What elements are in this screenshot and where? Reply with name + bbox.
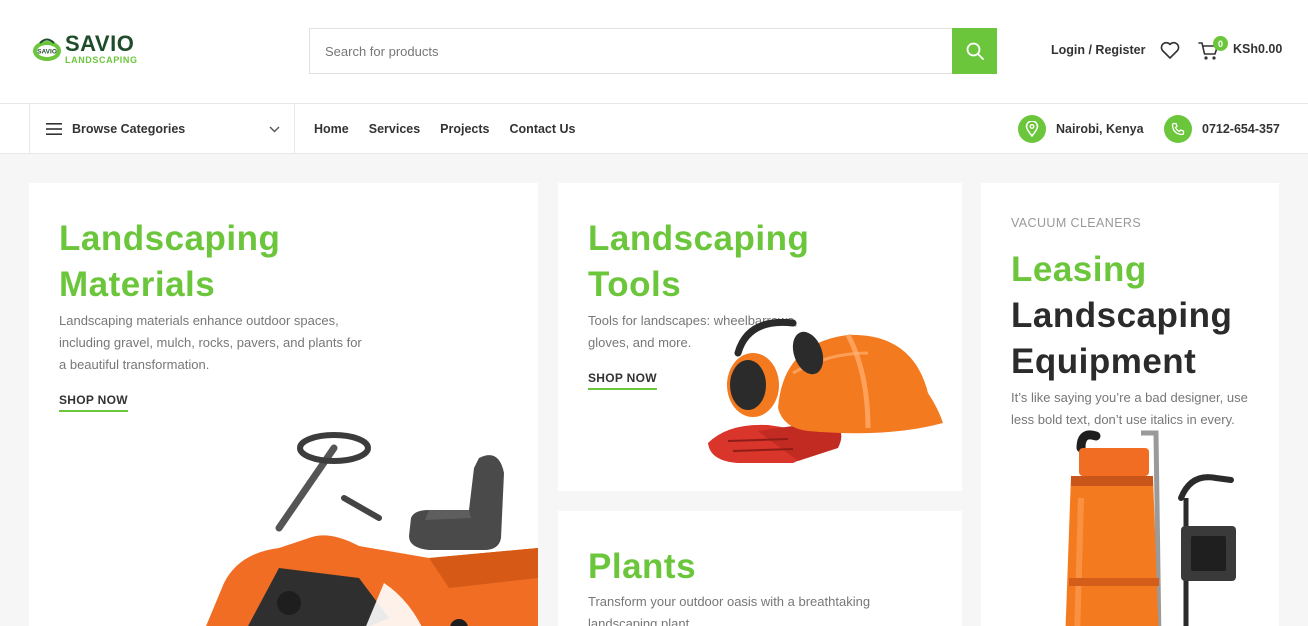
login-register-link[interactable]: Login / Register: [1051, 43, 1145, 57]
main-navbar: Browse Categories Home Services Projects…: [0, 104, 1308, 154]
nav-services[interactable]: Services: [369, 122, 420, 136]
ride-on-mower-image: [206, 432, 538, 626]
industrial-vacuum-image: [1065, 430, 1236, 626]
heart-icon[interactable]: [1159, 39, 1181, 61]
location-text: Nairobi, Kenya: [1056, 122, 1144, 136]
hamburger-menu-icon: [46, 123, 62, 135]
leasing-title: Leasing Landscaping Equipment: [1011, 250, 1233, 381]
browse-categories-label: Browse Categories: [72, 122, 186, 136]
logo-leaf-icon: SAVIO: [33, 38, 61, 61]
nav-projects[interactable]: Projects: [440, 122, 489, 136]
site-logo[interactable]: SAVIO SAVIO LANDSCAPING: [32, 33, 138, 65]
search-button[interactable]: [952, 28, 997, 74]
category-card-materials: Landscaping Materials Landscaping materi…: [29, 183, 538, 626]
nav-home[interactable]: Home: [314, 122, 349, 136]
cart-count-badge: 0: [1213, 36, 1228, 51]
site-header: SAVIO SAVIO LANDSCAPING Login / Register…: [0, 0, 1308, 104]
chevron-down-icon: [269, 126, 280, 132]
search-form: [309, 28, 997, 74]
phone-number[interactable]: 0712-654-357: [1202, 122, 1280, 136]
materials-description: Landscaping materials enhance outdoor sp…: [59, 313, 362, 372]
materials-shop-now-link[interactable]: SHOP NOW: [59, 393, 128, 412]
plants-description: Transform your outdoor oasis with a brea…: [588, 594, 871, 626]
browse-categories-button[interactable]: Browse Categories: [29, 104, 295, 154]
nav-contact-us[interactable]: Contact Us: [510, 122, 576, 136]
primary-menu: Home Services Projects Contact Us: [314, 104, 596, 154]
leasing-eyebrow: VACUUM CLEANERS: [1011, 216, 1142, 230]
logo-mark-text: SAVIO: [37, 49, 57, 56]
leasing-description: It’s like saying you’re a bad designer, …: [1011, 390, 1248, 427]
brand-name: SAVIO: [65, 31, 135, 56]
safety-gear-image: [708, 318, 943, 463]
brand-tagline: LANDSCAPING: [65, 55, 138, 65]
tools-title: Landscaping Tools: [588, 219, 810, 304]
tools-shop-now-link[interactable]: SHOP NOW: [588, 371, 657, 390]
plants-title: Plants: [588, 547, 697, 586]
search-icon: [966, 42, 984, 60]
phone-info: 0712-654-357: [1164, 115, 1280, 143]
cart-total[interactable]: KSh0.00: [1233, 42, 1282, 56]
location-info: Nairobi, Kenya: [1018, 115, 1144, 143]
category-card-leasing: VACUUM CLEANERS Leasing Landscaping Equi…: [981, 183, 1279, 626]
category-card-plants: Plants Transform your outdoor oasis with…: [558, 511, 962, 626]
phone-icon: [1171, 122, 1185, 136]
map-pin-icon: [1025, 121, 1039, 137]
category-card-tools: Landscaping Tools Tools for landscapes: …: [558, 183, 962, 491]
materials-title: Landscaping Materials: [59, 219, 281, 304]
search-input[interactable]: [310, 29, 952, 73]
